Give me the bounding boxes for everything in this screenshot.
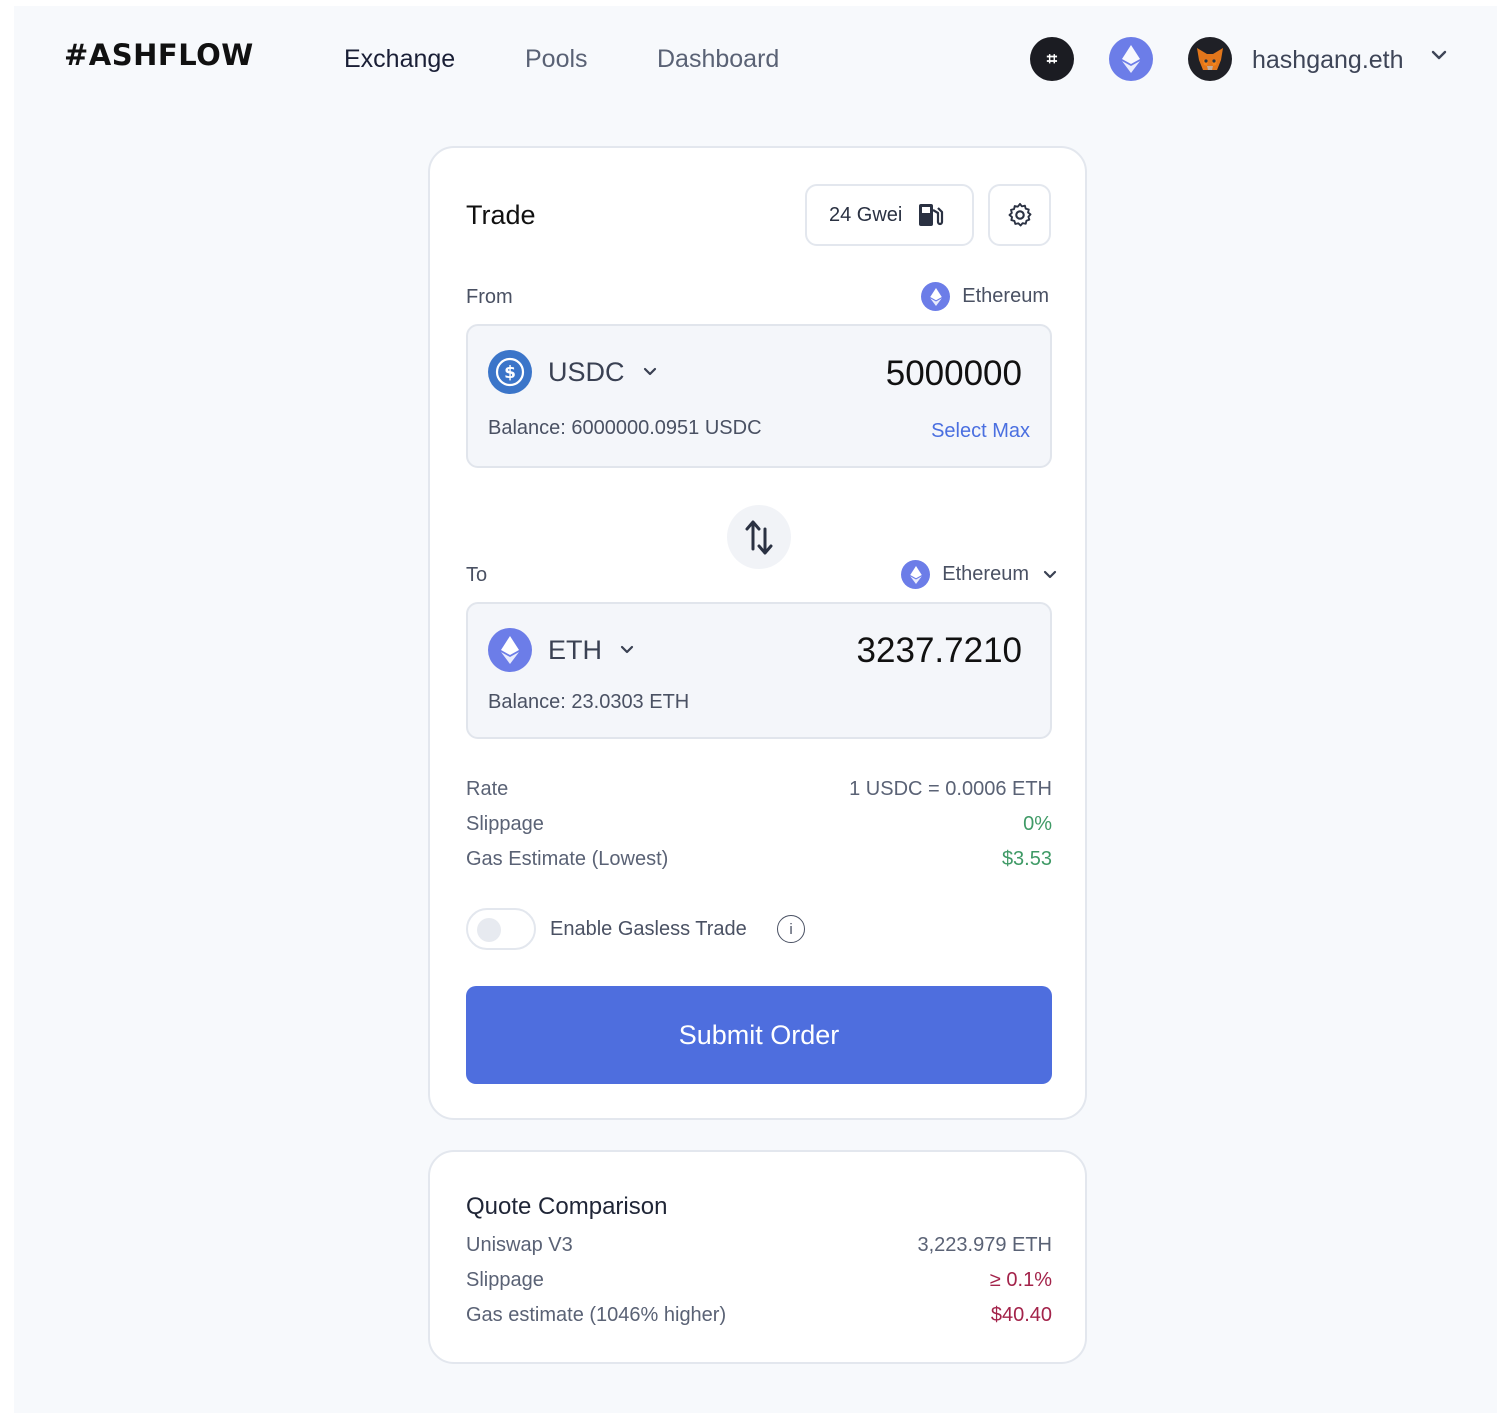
quote-slippage-label: Slippage [466, 1269, 544, 1291]
gas-estimate-value: $3.53 [1001, 848, 1052, 870]
slippage-value: 0% [1023, 813, 1052, 835]
quote-row: Gas estimate (1046% higher) $40.40 [466, 1304, 1052, 1327]
ethereum-icon [1122, 45, 1140, 73]
quote-row: Slippage ≥ 0.1% [466, 1269, 1052, 1292]
top-nav: #ASHFLOW Exchange Pools Dashboard ⌗ hash… [14, 6, 1497, 116]
from-chain-name: Ethereum [962, 285, 1049, 307]
from-label: From [466, 286, 513, 308]
rate-label: Rate [466, 778, 509, 800]
chevron-down-icon[interactable] [1430, 46, 1448, 66]
toggle-knob [477, 918, 501, 942]
to-chain-name: Ethereum [942, 563, 1029, 585]
to-token-box: ETH 3237.7210 Balance: 23.0303 ETH [466, 602, 1052, 739]
submit-order-button[interactable]: Submit Order [466, 986, 1052, 1084]
to-amount: 3237.7210 [856, 631, 1022, 670]
to-token-select[interactable]: ETH [488, 628, 636, 672]
to-balance: Balance: 23.0303 ETH [488, 691, 690, 713]
quote-gas-value: $40.40 [990, 1304, 1052, 1326]
quote-source-label: Uniswap V3 [466, 1234, 573, 1256]
info-icon[interactable]: i [777, 915, 805, 943]
hashflow-logo[interactable]: #ASHFLOW [64, 38, 254, 72]
gas-price-label: 24 Gwei [829, 203, 903, 226]
slippage-row: Slippage 0% [466, 813, 1052, 836]
from-balance: Balance: 6000000.0951 USDC [488, 417, 762, 439]
chevron-down-icon [620, 645, 634, 654]
from-token-select[interactable]: $ USDC [488, 350, 659, 394]
trade-card: Trade 24 Gwei From Ethereum $ USDC 50000… [428, 146, 1087, 1120]
ethereum-icon [921, 282, 951, 311]
trade-title: Trade [466, 200, 536, 230]
chevron-down-icon [643, 367, 656, 376]
quote-slippage-value: ≥ 0.1% [989, 1269, 1052, 1291]
gas-pump-icon [919, 204, 944, 226]
gas-price-button[interactable]: 24 Gwei [805, 184, 974, 246]
gas-estimate-row: Gas Estimate (Lowest) $3.53 [466, 848, 1052, 871]
select-max-button[interactable]: Select Max [931, 420, 1030, 443]
usdc-icon: $ [488, 350, 532, 394]
from-token-symbol: USDC [548, 356, 625, 387]
gasless-label: Enable Gasless Trade [550, 918, 747, 940]
gear-icon [1008, 202, 1031, 227]
nav-exchange[interactable]: Exchange [344, 45, 455, 74]
svg-text:$: $ [504, 363, 516, 383]
network-button[interactable] [1109, 37, 1153, 81]
nav-dashboard[interactable]: Dashboard [657, 45, 779, 74]
quote-row: Uniswap V3 3,223.979 ETH [466, 1234, 1052, 1257]
settings-button[interactable] [988, 184, 1051, 246]
account-name[interactable]: hashgang.eth [1252, 46, 1404, 75]
metamask-fox-icon [1197, 48, 1223, 70]
hashflow-icon: ⌗ [1046, 48, 1058, 69]
ethereum-icon [488, 628, 532, 672]
ethereum-icon [901, 560, 931, 589]
from-token-box: $ USDC 5000000 Balance: 6000000.0951 USD… [466, 324, 1052, 468]
rate-value: 1 USDC = 0.0006 ETH [849, 778, 1052, 800]
slippage-label: Slippage [466, 813, 544, 835]
to-chain-select[interactable]: Ethereum [901, 560, 1059, 589]
app-page: #ASHFLOW Exchange Pools Dashboard ⌗ hash… [14, 6, 1497, 1413]
quote-comparison-card: Quote Comparison Uniswap V3 3,223.979 ET… [428, 1150, 1087, 1364]
wallet-avatar[interactable] [1188, 37, 1232, 81]
chevron-down-icon [1043, 570, 1057, 578]
to-label: To [466, 564, 488, 586]
from-chain: Ethereum [921, 282, 1049, 311]
swap-arrows-icon [745, 520, 773, 555]
gas-estimate-label: Gas Estimate (Lowest) [466, 848, 669, 870]
gasless-toggle[interactable] [466, 908, 536, 950]
hashflow-token-button[interactable]: ⌗ [1030, 37, 1074, 81]
to-token-symbol: ETH [548, 634, 602, 665]
quote-source-value: 3,223.979 ETH [917, 1234, 1052, 1256]
rate-row: Rate 1 USDC = 0.0006 ETH [466, 778, 1052, 801]
quote-gas-label: Gas estimate (1046% higher) [466, 1304, 727, 1326]
from-amount-input[interactable]: 5000000 [886, 354, 1022, 394]
nav-pools[interactable]: Pools [525, 45, 588, 74]
swap-direction-button[interactable] [727, 505, 791, 569]
quote-title: Quote Comparison [466, 1193, 668, 1220]
